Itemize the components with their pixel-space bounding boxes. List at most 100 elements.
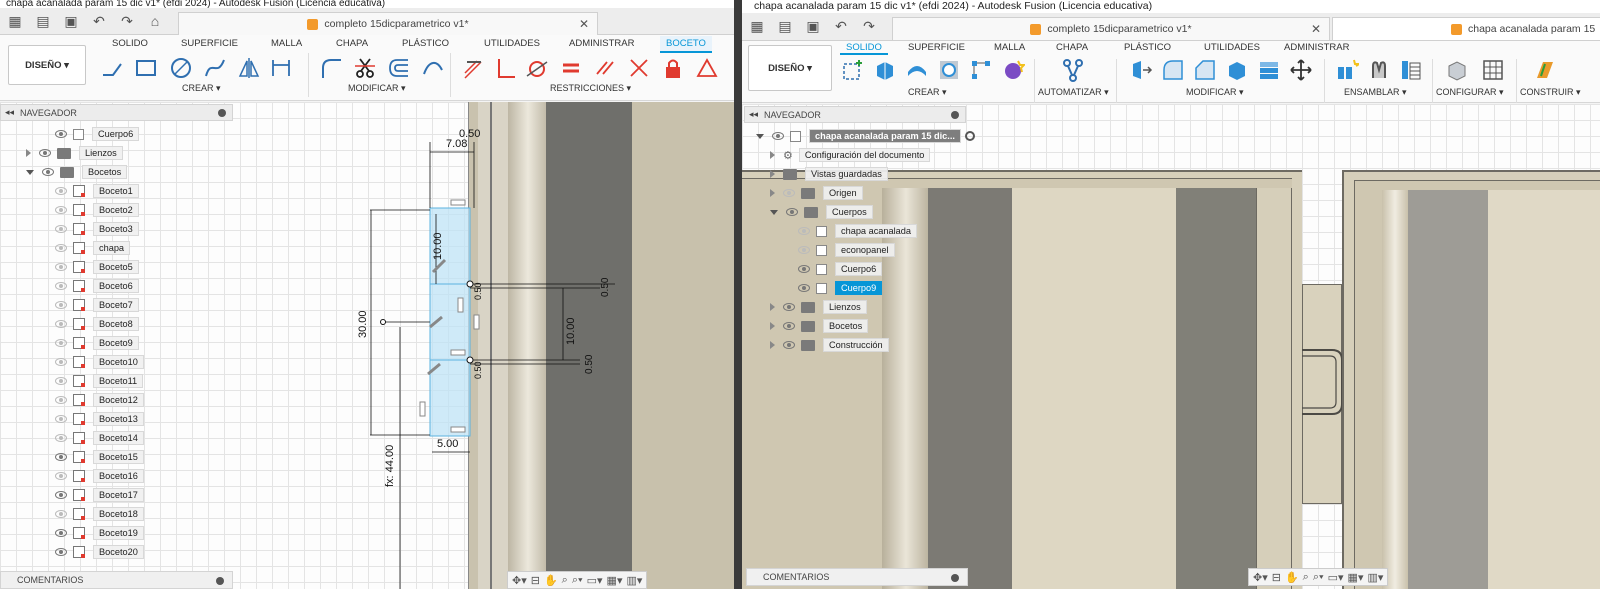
mirror-tool-icon[interactable] <box>236 55 262 81</box>
tree-item[interactable]: Boceto1 <box>55 183 139 199</box>
undo-icon[interactable]: ↶ <box>830 18 852 35</box>
tree-item[interactable]: Bocetos <box>26 164 128 180</box>
tab-administrar[interactable]: ADMINISTRAR <box>569 38 634 49</box>
tree-item[interactable]: Boceto3 <box>55 221 139 237</box>
tree-item[interactable]: Boceto12 <box>55 392 144 408</box>
viewports-icon[interactable]: ▥▾ <box>1367 571 1383 584</box>
group-crear-label[interactable]: CREAR ▾ <box>182 83 221 94</box>
bom-icon[interactable] <box>1398 57 1424 83</box>
tree-item[interactable]: Vistas guardadas <box>770 166 888 182</box>
tree-item[interactable]: Boceto20 <box>55 544 144 560</box>
save-icon[interactable]: ▣ <box>802 18 824 35</box>
close-icon[interactable]: ✕ <box>579 17 589 31</box>
tree-item[interactable]: econopanel <box>798 242 895 258</box>
comments-panel[interactable]: COMENTARIOS <box>746 568 968 586</box>
tab-plastico[interactable]: PLÁSTICO <box>402 38 449 49</box>
tree-item[interactable]: Boceto13 <box>55 411 144 427</box>
comments-panel[interactable]: COMENTARIOS <box>0 571 233 589</box>
tree-item[interactable]: Boceto19 <box>55 525 144 541</box>
tree-item[interactable]: ⚙ Configuración del documento <box>770 147 931 163</box>
collapse-icon[interactable]: ◂◂ <box>5 107 14 118</box>
fix-constraint-icon[interactable] <box>660 55 686 81</box>
dimension-label[interactable]: 7.08 <box>446 138 467 150</box>
tab-chapa[interactable]: CHAPA <box>1056 42 1088 53</box>
orbit-icon[interactable]: ✥▾ <box>512 574 527 587</box>
fillet-tool-icon[interactable] <box>318 55 344 81</box>
zoom-fit-icon[interactable]: ⌕ <box>562 574 568 587</box>
tree-item[interactable]: Lienzos <box>26 145 123 161</box>
tree-item[interactable]: Boceto2 <box>55 202 139 218</box>
revolve-icon[interactable] <box>904 57 930 83</box>
tree-root[interactable]: chapa acanalada param 15 dic... <box>756 128 975 144</box>
tab-malla[interactable]: MALLA <box>994 42 1025 53</box>
tree-item[interactable]: Cuerpo6 <box>798 261 883 277</box>
pin-icon[interactable] <box>218 109 226 117</box>
parallel-constraint-icon[interactable] <box>592 55 618 81</box>
press-pull-icon[interactable] <box>1128 57 1154 83</box>
pin-icon[interactable] <box>216 577 224 585</box>
tree-item[interactable]: Boceto16 <box>55 468 144 484</box>
tree-item[interactable]: Boceto15 <box>55 449 144 465</box>
tab-administrar[interactable]: ADMINISTRAR <box>1284 42 1349 53</box>
tree-item[interactable]: Origen <box>770 185 863 201</box>
dimension-label[interactable]: 10.00 <box>432 232 444 260</box>
grid-icon[interactable]: ▦▾ <box>607 574 623 587</box>
dimension-label[interactable]: 0.50 <box>473 282 483 300</box>
tab-utilidades[interactable]: UTILIDADES <box>1204 42 1260 53</box>
display-icon[interactable]: ▭▾ <box>1328 571 1344 584</box>
dimension-label[interactable]: 10.00 <box>565 317 577 345</box>
table-icon[interactable] <box>1480 57 1506 83</box>
group-configurar-label[interactable]: CONFIGURAR ▾ <box>1436 87 1504 98</box>
grid-menu-icon[interactable]: ▦ <box>4 13 26 30</box>
group-restricciones-label[interactable]: RESTRICCIONES ▾ <box>550 83 631 94</box>
tab-superficie[interactable]: SUPERFICIE <box>181 38 238 49</box>
rectangle-tool-icon[interactable] <box>133 55 159 81</box>
grid-menu-icon[interactable]: ▦ <box>746 18 768 35</box>
tree-item[interactable]: Construcción <box>770 337 889 353</box>
viewports-icon[interactable]: ▥▾ <box>626 574 642 587</box>
hole-icon[interactable] <box>936 57 962 83</box>
navigator-header[interactable]: ◂◂ NAVEGADOR <box>0 104 233 121</box>
undo-icon[interactable]: ↶ <box>88 13 110 30</box>
redo-icon[interactable]: ↷ <box>116 13 138 30</box>
group-ensamblar-label[interactable]: ENSAMBLAR ▾ <box>1344 87 1407 98</box>
dimension-label[interactable]: 0.50 <box>473 361 483 379</box>
tree-item[interactable]: Boceto6 <box>55 278 139 294</box>
design-workspace-button[interactable]: DISEÑO ▾ <box>8 45 86 85</box>
triangle-constraint-icon[interactable] <box>694 55 720 81</box>
shell-icon[interactable] <box>1224 57 1250 83</box>
tree-item[interactable]: chapa <box>55 240 131 256</box>
collapse-icon[interactable]: ◂◂ <box>749 109 758 120</box>
grid-icon[interactable]: ▦▾ <box>1348 571 1364 584</box>
dimension-tool-icon[interactable] <box>268 55 294 81</box>
configure-icon[interactable] <box>1444 57 1470 83</box>
trim-tool-icon[interactable] <box>352 55 378 81</box>
tab-solido[interactable]: SOLIDO <box>840 42 888 55</box>
tree-item[interactable]: Boceto18 <box>55 506 144 522</box>
orbit-icon[interactable]: ✥▾ <box>1253 571 1268 584</box>
zoom-icon[interactable]: ⌕▾ <box>572 574 583 587</box>
form-icon[interactable] <box>1000 57 1026 83</box>
home-icon[interactable]: ⌂ <box>144 13 166 29</box>
extrude-icon[interactable] <box>872 57 898 83</box>
tab-boceto[interactable]: BOCETO <box>660 36 712 53</box>
midpoint-constraint-icon[interactable] <box>626 55 652 81</box>
tree-item[interactable]: Boceto10 <box>55 354 144 370</box>
tree-item[interactable]: Boceto17 <box>55 487 144 503</box>
close-icon[interactable]: ✕ <box>1311 22 1321 36</box>
tree-item[interactable]: Boceto14 <box>55 430 144 446</box>
dimension-label[interactable]: 30.00 <box>357 310 369 338</box>
group-crear-label[interactable]: CREAR ▾ <box>908 87 947 98</box>
spline-tool-icon[interactable] <box>202 55 228 81</box>
tree-item[interactable]: Boceto8 <box>55 316 139 332</box>
zoom-icon[interactable]: ⌕▾ <box>1313 571 1324 584</box>
new-component-icon[interactable] <box>1334 57 1360 83</box>
dimension-label[interactable]: 0.50 <box>584 355 595 374</box>
dimension-label[interactable]: 0.50 <box>600 278 611 297</box>
group-modificar-label[interactable]: MODIFICAR ▾ <box>1186 87 1244 98</box>
tab-superficie[interactable]: SUPERFICIE <box>908 42 965 53</box>
document-tab-active[interactable]: chapa acanalada param 15 <box>1332 17 1600 40</box>
line-tool-icon[interactable] <box>99 55 125 81</box>
design-workspace-button[interactable]: DISEÑO ▾ <box>748 45 832 91</box>
curve-tool-icon[interactable] <box>420 55 446 81</box>
